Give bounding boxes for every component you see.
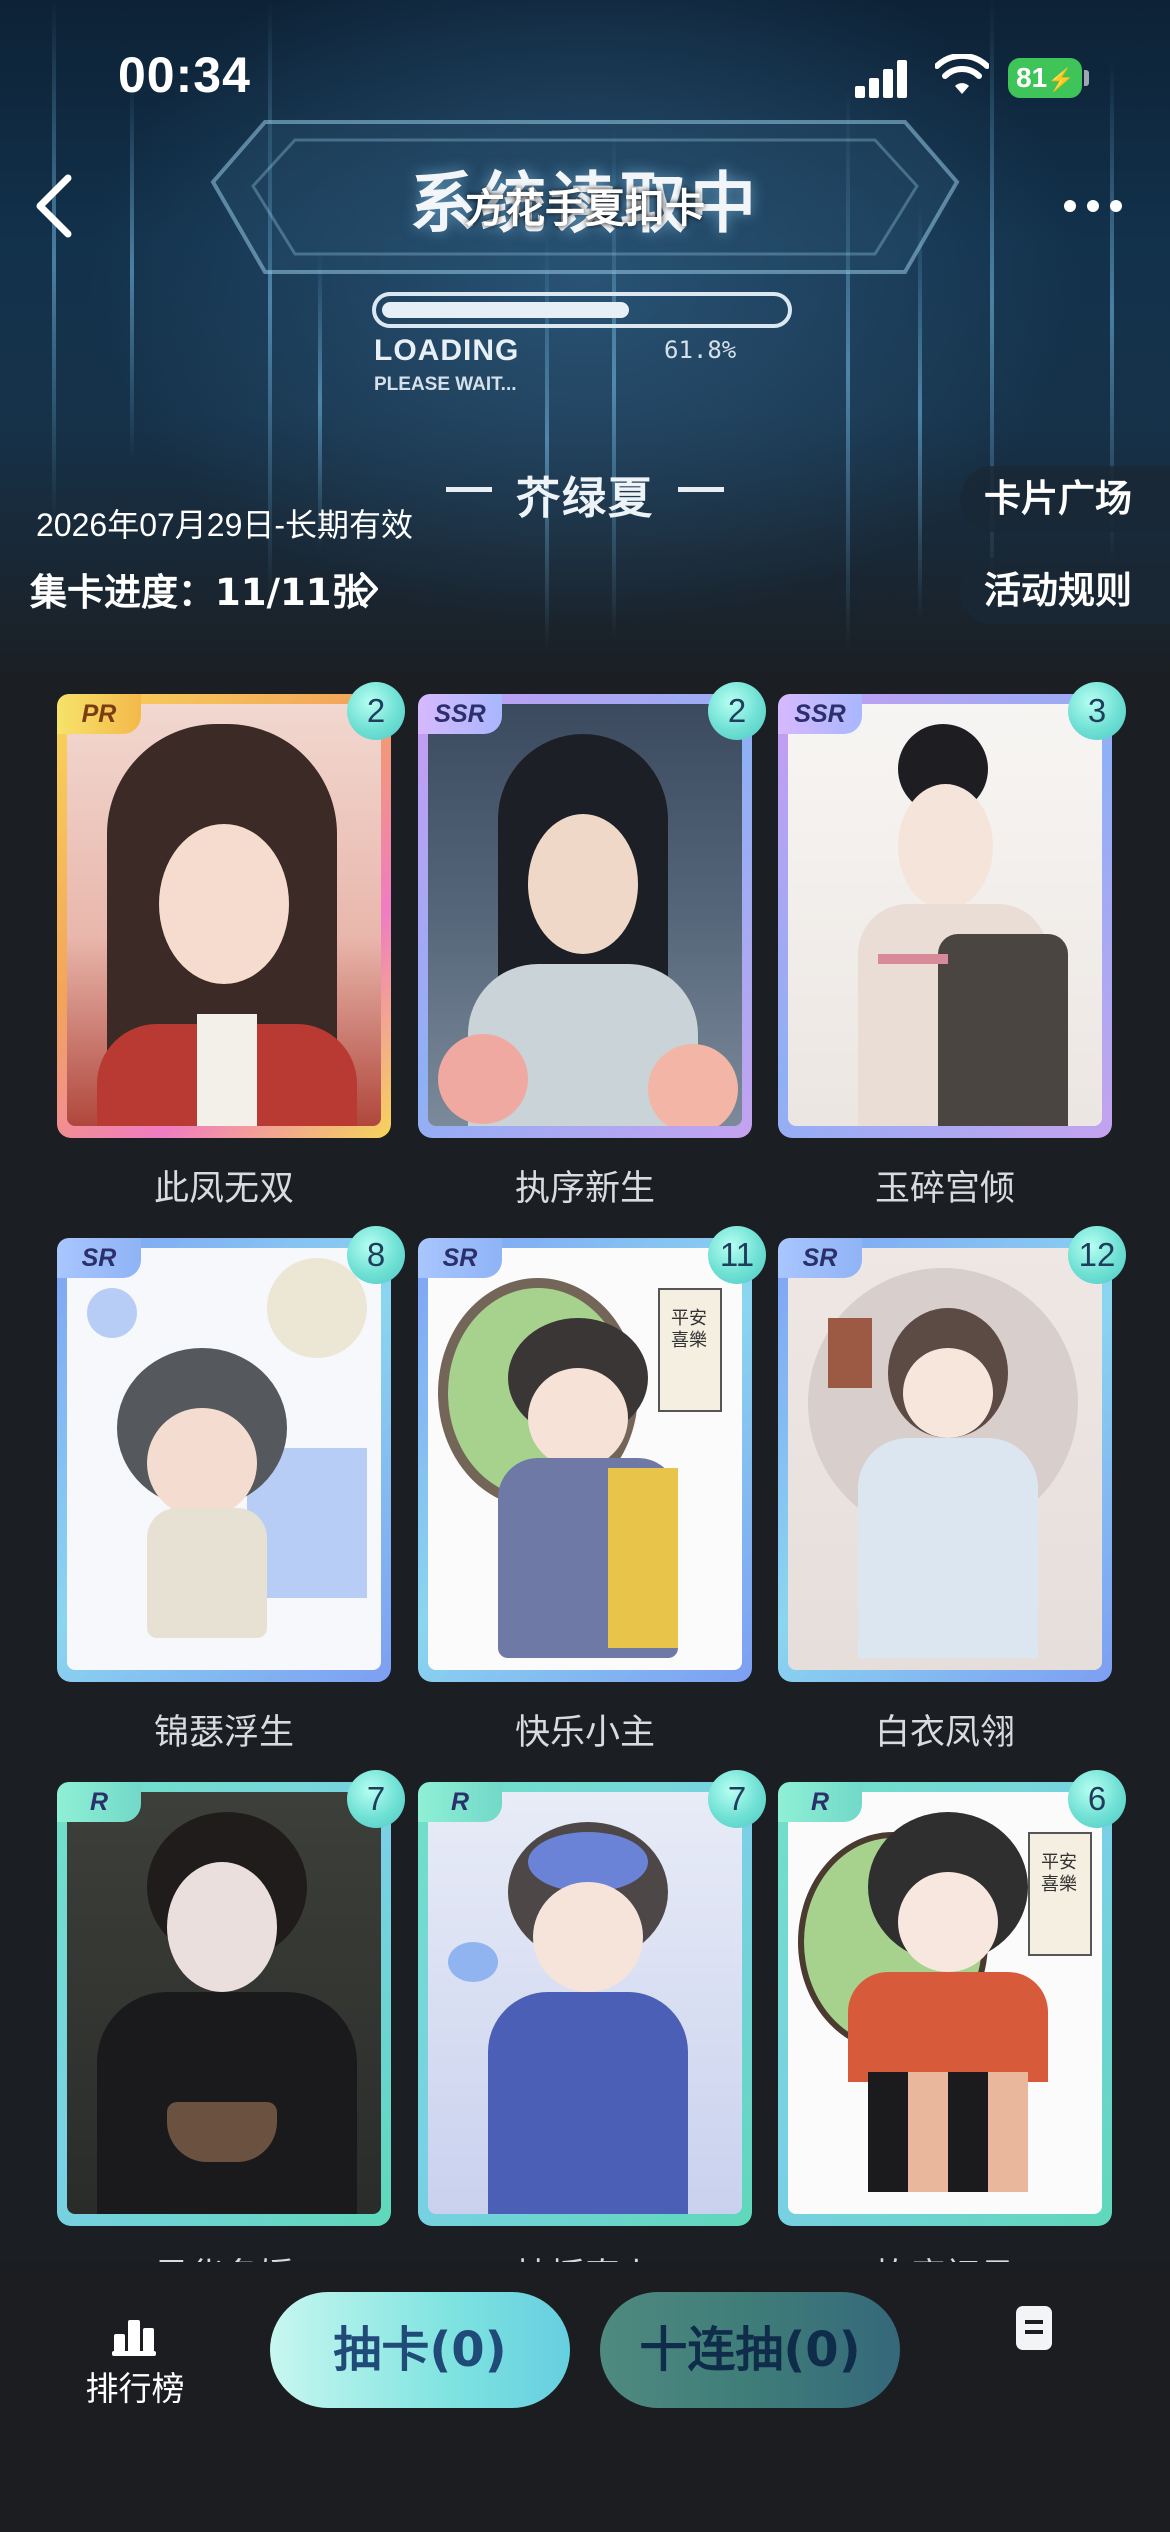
ranking-label[interactable]: 排行榜 — [80, 2362, 190, 2410]
card-item[interactable]: SSR 3 玉碎宫倾 — [778, 682, 1126, 1209]
rarity-badge: SSR — [778, 694, 862, 734]
card-count-badge: 8 — [347, 1226, 405, 1284]
card-name: 快乐小主 — [514, 1713, 655, 1753]
battery-tip — [1084, 70, 1089, 86]
card-item[interactable]: 平安喜樂 R 6 拣庭初见 — [778, 1770, 1126, 2297]
card-artwork: 平安喜樂 — [788, 1792, 1102, 2214]
card-name: 锦瑟浮生 — [153, 1713, 294, 1753]
battery-icon: 81⚡ — [1008, 58, 1082, 98]
card-item[interactable]: SR 12 白衣凤翎 — [778, 1226, 1126, 1753]
loading-bar-fill — [382, 302, 629, 318]
loading-label: LOADING — [374, 334, 520, 367]
collection-progress[interactable]: 集卡进度：11/11张 — [30, 562, 369, 616]
card-artwork — [67, 704, 381, 1126]
signal-icon — [855, 58, 909, 98]
rarity-badge: R — [418, 1782, 502, 1822]
collection-name: 芥绿夏 — [516, 473, 654, 524]
rarity-badge: SR — [57, 1238, 141, 1278]
rarity-badge: R — [57, 1782, 141, 1822]
app-root: { "status_bar": { "time": "00:34", "batt… — [0, 0, 1170, 2532]
card-artwork — [428, 1792, 742, 2214]
card-item[interactable]: SSR 2 执序新生 — [418, 682, 766, 1209]
card-count-badge: 2 — [347, 682, 405, 740]
card-item[interactable]: SR 8 锦瑟浮生 — [57, 1226, 405, 1753]
card-count-badge: 7 — [347, 1770, 405, 1828]
card-name: 此凤无双 — [153, 1169, 294, 1209]
loading-bar — [372, 292, 792, 328]
card-count-badge: 2 — [708, 682, 766, 740]
card-artwork — [788, 1248, 1102, 1670]
card-square-button[interactable]: 卡片广场 — [960, 466, 1170, 532]
chevron-right-icon[interactable] — [358, 570, 380, 608]
card-banner-text: 平安喜樂 — [671, 1308, 707, 1351]
activity-rules-button[interactable]: 活动规则 — [960, 558, 1170, 624]
card-artwork — [67, 1792, 381, 2214]
card-count-badge: 6 — [1068, 1770, 1126, 1828]
page-title: 方花手夏扣卡 — [465, 186, 705, 232]
card-name: 玉碎宫倾 — [874, 1169, 1015, 1209]
card-count-badge: 3 — [1068, 682, 1126, 740]
rarity-badge: R — [778, 1782, 862, 1822]
card-item[interactable]: PR 2 此凤无双 — [57, 682, 405, 1209]
card-count-badge: 12 — [1068, 1226, 1126, 1284]
more-icon[interactable] — [1058, 180, 1128, 230]
wifi-icon — [935, 54, 989, 94]
back-icon[interactable] — [28, 168, 88, 244]
card-item[interactable]: 平安喜樂 SR 11 快乐小主 — [418, 1226, 766, 1753]
status-time: 00:34 — [118, 47, 251, 103]
card-name: 白衣凤翎 — [874, 1713, 1015, 1753]
card-item[interactable]: R 7 扶摇直上 — [418, 1770, 766, 2297]
card-count-badge: 7 — [708, 1770, 766, 1828]
rarity-badge: SSR — [418, 694, 502, 734]
card-banner-text: 平安喜樂 — [1041, 1852, 1077, 1895]
card-item[interactable]: R 7 风华名媛 — [57, 1770, 405, 2297]
title-dash-right — [678, 487, 724, 492]
rarity-badge: SR — [778, 1238, 862, 1278]
validity-date: 2026年07月29日-长期有效 — [36, 507, 414, 543]
rarity-badge: PR — [57, 694, 141, 734]
battery-level: 81 — [1016, 62, 1048, 93]
loading-sub-label: PLEASE WAIT... — [374, 374, 517, 395]
draw-card-button[interactable]: 抽卡(0) — [270, 2292, 570, 2408]
card-artwork — [67, 1248, 381, 1670]
card-artwork — [428, 704, 742, 1126]
ranking-icon[interactable] — [112, 2316, 156, 2356]
card-name: 执序新生 — [514, 1169, 655, 1209]
document-icon[interactable] — [1016, 2306, 1052, 2350]
draw-ten-button[interactable]: 十连抽(0) — [600, 2292, 900, 2408]
card-artwork: 平安喜樂 — [428, 1248, 742, 1670]
card-count-badge: 11 — [708, 1226, 766, 1284]
card-artwork — [788, 704, 1102, 1126]
loading-percent: 61.8% — [664, 336, 737, 364]
rarity-badge: SR — [418, 1238, 502, 1278]
